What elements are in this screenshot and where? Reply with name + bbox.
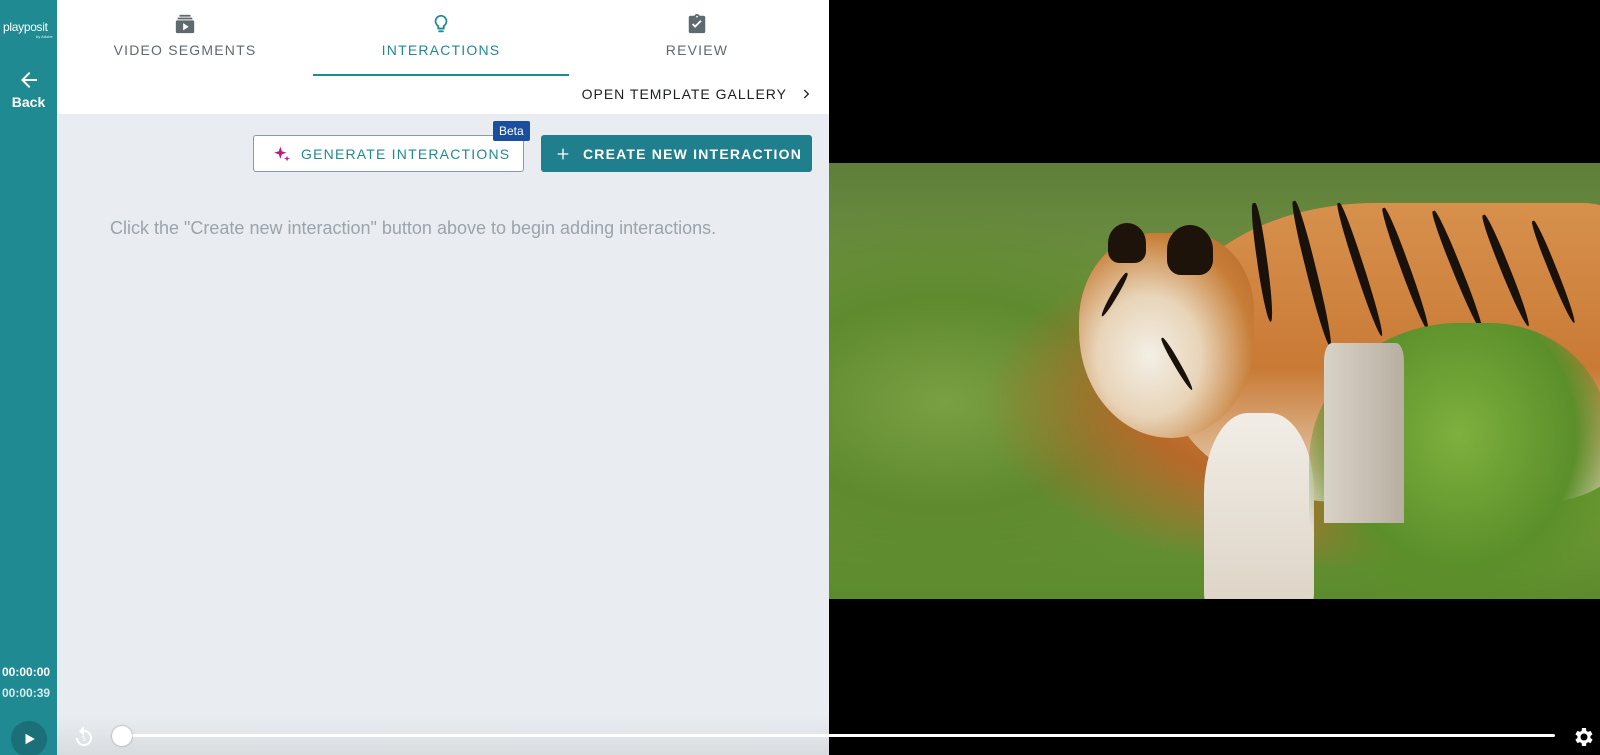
chevron-right-icon — [803, 89, 810, 99]
logo-subtitle: by Adobe — [36, 34, 53, 39]
video-scene-stump — [1324, 343, 1404, 523]
playposit-logo: playposit — [3, 20, 48, 34]
tab-video-segments[interactable]: VIDEO SEGMENTS — [57, 0, 313, 76]
gallery-link-label: OPEN TEMPLATE GALLERY — [581, 86, 787, 102]
gear-icon[interactable] — [1571, 725, 1595, 749]
empty-state-message: Click the "Create new interaction" butto… — [110, 218, 717, 238]
generate-interactions-label: GENERATE INTERACTIONS — [301, 145, 511, 162]
sparkle-icon — [274, 146, 290, 161]
back-label: Back — [11, 94, 46, 110]
tab-interactions[interactable]: INTERACTIONS — [313, 0, 569, 76]
lightbulb-icon — [434, 14, 448, 33]
total-time: 00:00:39 — [2, 686, 51, 700]
tab-label: INTERACTIONS — [381, 42, 501, 58]
seek-thumb[interactable] — [112, 726, 132, 746]
video-stack-icon — [175, 14, 195, 34]
current-time: 00:00:00 — [2, 665, 51, 679]
video-frame — [829, 163, 1600, 599]
video-player[interactable] — [829, 0, 1600, 755]
tab-label: REVIEW — [665, 42, 729, 58]
template-gallery-bar: OPEN TEMPLATE GALLERY — [57, 76, 829, 114]
video-scene-tiger-leg — [1204, 413, 1314, 599]
create-new-interaction-label: CREATE NEW INTERACTION — [583, 145, 803, 162]
tab-bar: VIDEO SEGMENTS INTERACTIONS REVIEW — [57, 0, 829, 76]
tab-label: VIDEO SEGMENTS — [113, 42, 257, 58]
replay-icon[interactable]: 5 — [72, 725, 96, 749]
video-scene-tiger-ear — [1108, 223, 1146, 263]
generate-interactions-button[interactable]: GENERATE INTERACTIONS — [253, 135, 524, 172]
editor-panel: VIDEO SEGMENTS INTERACTIONS REVIEW OPEN … — [57, 0, 829, 755]
back-button[interactable]: Back — [6, 68, 51, 120]
create-new-interaction-button[interactable]: CREATE NEW INTERACTION — [541, 135, 812, 172]
left-rail: playposit by Adobe Back 00:00:00 00:00:3… — [0, 0, 57, 755]
seek-track[interactable] — [122, 734, 1555, 737]
play-button[interactable] — [11, 721, 47, 755]
video-scene-tiger-ear — [1167, 225, 1213, 275]
clipboard-check-icon — [688, 13, 706, 34]
tab-review[interactable]: REVIEW — [569, 0, 825, 76]
svg-text:5: 5 — [82, 736, 86, 743]
arrow-left-icon — [20, 72, 37, 88]
beta-badge: Beta — [493, 121, 530, 141]
plus-icon — [557, 148, 569, 159]
open-template-gallery-link[interactable]: OPEN TEMPLATE GALLERY — [582, 86, 813, 102]
play-icon — [25, 733, 35, 745]
